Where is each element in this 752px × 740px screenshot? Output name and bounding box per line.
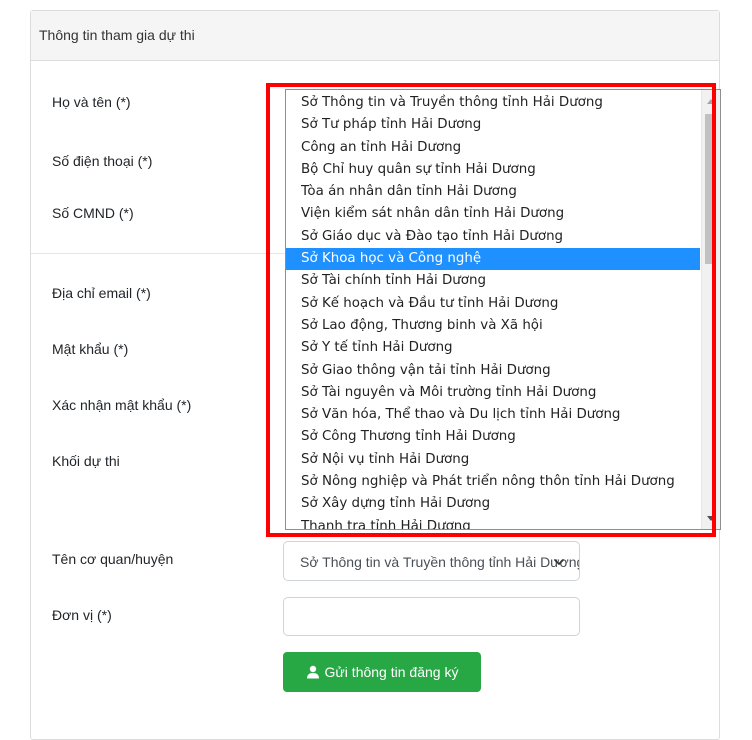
chevron-down-icon xyxy=(554,559,564,565)
id-number-label: Số CMND (*) xyxy=(52,205,134,221)
dropdown-option[interactable]: Sở Công Thương tỉnh Hải Dương xyxy=(286,426,700,448)
agency-select-value: Sở Thông tin và Truyền thông tỉnh Hải Dư… xyxy=(300,554,580,570)
submit-button[interactable]: Gửi thông tin đăng ký xyxy=(283,652,481,692)
phone-label: Số điện thoại (*) xyxy=(52,153,153,169)
dropdown-option[interactable]: Sở Nông nghiệp và Phát triển nông thôn t… xyxy=(286,471,700,493)
dropdown-option[interactable]: Sở Giao thông vận tải tỉnh Hải Dương xyxy=(286,360,700,382)
email-label: Địa chỉ email (*) xyxy=(52,285,151,301)
card-header: Thông tin tham gia dự thi xyxy=(31,11,719,61)
dropdown-option[interactable]: Sở Khoa học và Công nghệ xyxy=(286,248,700,271)
dropdown-scrollbar[interactable] xyxy=(701,90,720,529)
dropdown-option[interactable]: Sở Lao động, Thương binh và Xã hội xyxy=(286,315,700,337)
dropdown-option[interactable]: Sở Y tế tỉnh Hải Dương xyxy=(286,337,700,359)
unit-input[interactable] xyxy=(283,597,580,636)
user-icon xyxy=(306,665,319,679)
dropdown-option[interactable]: Sở Tài chính tỉnh Hải Dương xyxy=(286,270,700,292)
dropdown-option[interactable]: Sở Tài nguyên và Môi trường tỉnh Hải Dươ… xyxy=(286,382,700,404)
dropdown-option[interactable]: Sở Giáo dục và Đào tạo tỉnh Hải Dương xyxy=(286,226,700,248)
dropdown-option[interactable]: Sở Kế hoạch và Đầu tư tỉnh Hải Dương xyxy=(286,293,700,315)
dropdown-option[interactable]: Viện kiểm sát nhân dân tỉnh Hải Dương xyxy=(286,203,700,225)
dropdown-option[interactable]: Tòa án nhân dân tỉnh Hải Dương xyxy=(286,181,700,203)
agency-select[interactable]: Sở Thông tin và Truyền thông tỉnh Hải Dư… xyxy=(283,541,580,581)
scroll-down-arrow-icon[interactable] xyxy=(702,512,720,526)
dropdown-option[interactable]: Sở Nội vụ tỉnh Hải Dương xyxy=(286,449,700,471)
dropdown-option[interactable]: Sở Văn hóa, Thể thao và Du lịch tỉnh Hải… xyxy=(286,404,700,426)
submit-label: Gửi thông tin đăng ký xyxy=(324,664,459,680)
password-label: Mật khẩu (*) xyxy=(52,341,129,357)
dropdown-option[interactable]: Sở Tư pháp tỉnh Hải Dương xyxy=(286,114,700,136)
dropdown-option[interactable]: Bộ Chỉ huy quân sự tỉnh Hải Dương xyxy=(286,159,700,181)
dropdown-option[interactable]: Sở Thông tin và Truyền thông tỉnh Hải Dư… xyxy=(286,92,700,114)
agency-dropdown-list[interactable]: Sở Thông tin và Truyền thông tỉnh Hải Dư… xyxy=(285,89,721,530)
dropdown-options: Sở Thông tin và Truyền thông tỉnh Hải Dư… xyxy=(286,92,700,529)
unit-label: Đơn vị (*) xyxy=(52,607,112,623)
agency-label: Tên cơ quan/huyện xyxy=(52,551,174,567)
exam-group-label: Khối dự thi xyxy=(52,453,120,469)
confirm-password-label: Xác nhận mật khẩu (*) xyxy=(52,397,192,413)
scroll-up-arrow-icon[interactable] xyxy=(702,94,720,108)
scroll-thumb[interactable] xyxy=(705,114,716,264)
dropdown-option[interactable]: Thanh tra tỉnh Hải Dương xyxy=(286,516,700,529)
dropdown-option[interactable]: Công an tỉnh Hải Dương xyxy=(286,137,700,159)
full-name-label: Họ và tên (*) xyxy=(52,94,131,110)
dropdown-option[interactable]: Sở Xây dựng tỉnh Hải Dương xyxy=(286,493,700,515)
